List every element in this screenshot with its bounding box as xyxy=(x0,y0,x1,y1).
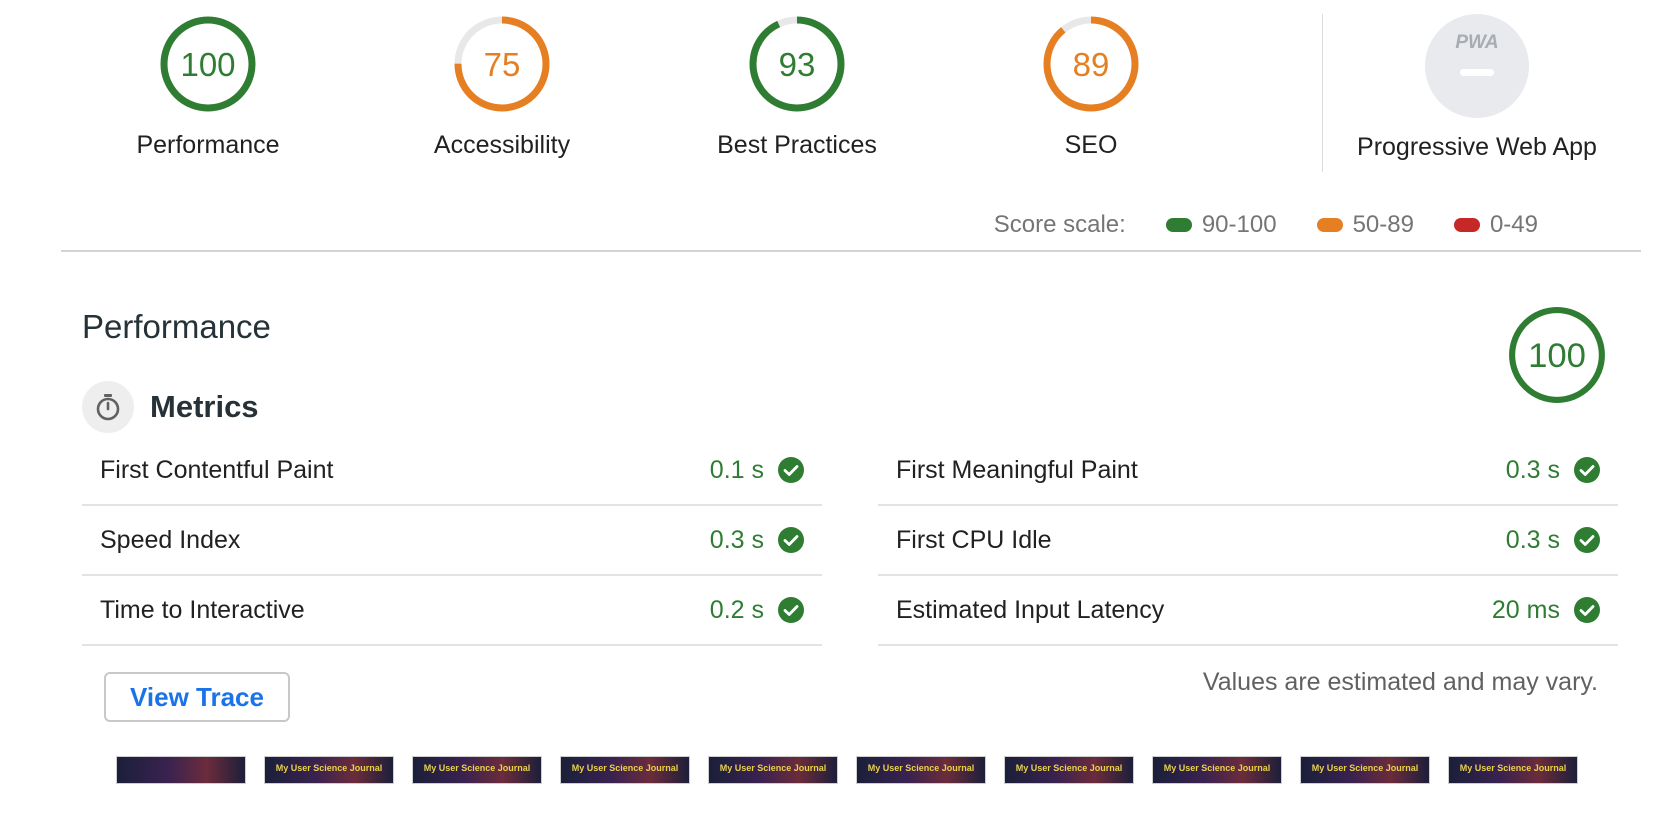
pass-check-icon xyxy=(1574,527,1600,553)
pass-check-icon xyxy=(1574,597,1600,623)
filmstrip-frame[interactable]: My User Science Journal xyxy=(412,756,542,784)
frame-caption: My User Science Journal xyxy=(275,763,383,773)
section-divider xyxy=(61,250,1641,252)
metric-value: 20 ms xyxy=(1491,595,1560,624)
scale-item-pass: 90-100 xyxy=(1165,211,1277,239)
gauge-label: Progressive Web App xyxy=(1357,133,1597,161)
metric-value: 0.1 s xyxy=(709,455,764,484)
frame-caption: My User Science Journal xyxy=(867,763,975,773)
view-trace-button[interactable]: View Trace xyxy=(104,672,290,722)
score-ring: 75 xyxy=(454,16,550,112)
filmstrip-frame[interactable]: My User Science Journal xyxy=(708,756,838,784)
metrics-column-right: First Meaningful Paint 0.3 s First CPU I… xyxy=(878,436,1618,646)
stopwatch-icon xyxy=(82,381,134,433)
score-ring: 100 xyxy=(160,16,256,112)
score-value: 100 xyxy=(180,46,235,83)
frame-caption: My User Science Journal xyxy=(571,763,679,773)
gauge-seo[interactable]: 89 SEO xyxy=(941,14,1241,160)
estimate-note: Values are estimated and may vary. xyxy=(1202,668,1598,696)
scale-range-label: 0-49 xyxy=(1489,211,1538,238)
filmstrip-frame[interactable]: My User Science Journal xyxy=(560,756,690,784)
metric-name: Time to Interactive xyxy=(100,595,305,624)
metric-row-first-cpu-idle: First CPU Idle 0.3 s xyxy=(878,506,1618,576)
scale-range-label: 90-100 xyxy=(1201,211,1277,238)
metric-row-estimated-input-latency: Estimated Input Latency 20 ms xyxy=(878,576,1618,646)
frame-caption: My User Science Journal xyxy=(1311,763,1419,773)
gauge-label: Performance xyxy=(136,131,280,159)
score-ring: 93 xyxy=(749,16,845,112)
score-value: 75 xyxy=(484,46,521,83)
metric-value: 0.3 s xyxy=(1505,525,1560,554)
gauge-label: SEO xyxy=(1064,131,1118,159)
score-value: 93 xyxy=(779,46,816,83)
scale-item-average: 50-89 xyxy=(1316,211,1414,239)
pass-dot-icon xyxy=(1165,218,1192,232)
pass-check-icon xyxy=(1574,457,1600,483)
score-ring: 89 xyxy=(1043,16,1139,112)
frame-caption: My User Science Journal xyxy=(423,763,531,773)
filmstrip-frame[interactable]: My User Science Journal xyxy=(1152,756,1282,784)
gauge-performance[interactable]: 100 Performance xyxy=(58,14,358,160)
filmstrip-frame[interactable]: My User Science Journal xyxy=(1004,756,1134,784)
gauge-accessibility[interactable]: 75 Accessibility xyxy=(352,14,652,160)
score-ring: 100 xyxy=(1509,307,1605,403)
filmstrip-frame[interactable] xyxy=(116,756,246,784)
gauge-pwa[interactable]: PWA Progressive Web App xyxy=(1327,14,1627,162)
metric-name: Speed Index xyxy=(100,525,241,554)
fail-dot-icon xyxy=(1453,218,1480,232)
pass-check-icon xyxy=(778,457,804,483)
pass-check-icon xyxy=(778,527,804,553)
category-gauges: 100 Performance 75 Accessibility 93 Best… xyxy=(0,0,1664,180)
score-scale-label: Score scale: xyxy=(993,211,1126,238)
score-value: 89 xyxy=(1073,46,1110,83)
metric-row-first-meaningful-paint: First Meaningful Paint 0.3 s xyxy=(878,436,1618,506)
metric-value: 0.3 s xyxy=(1505,455,1560,484)
frame-caption: My User Science Journal xyxy=(719,763,827,773)
metric-name: First CPU Idle xyxy=(896,525,1052,554)
metric-row-time-to-interactive: Time to Interactive 0.2 s xyxy=(82,576,822,646)
metric-name: First Contentful Paint xyxy=(100,455,334,484)
pwa-badge-icon: PWA xyxy=(1425,14,1529,118)
pwa-badge-text: PWA xyxy=(1455,32,1498,53)
frame-caption: My User Science Journal xyxy=(1163,763,1271,773)
filmstrip-frame[interactable]: My User Science Journal xyxy=(264,756,394,784)
gauge-best-practices[interactable]: 93 Best Practices xyxy=(647,14,947,160)
metrics-title: Metrics xyxy=(150,389,259,424)
score-scale-legend: Score scale: 90-100 50-89 0-49 xyxy=(994,208,1538,242)
scale-range-label: 50-89 xyxy=(1352,211,1414,238)
metrics-column-left: First Contentful Paint 0.1 s Speed Index… xyxy=(82,436,822,646)
gauge-label: Best Practices xyxy=(717,131,877,159)
filmstrip-frame[interactable]: My User Science Journal xyxy=(1448,756,1578,784)
score-value: 100 xyxy=(1528,337,1586,375)
frame-caption: My User Science Journal xyxy=(1015,763,1123,773)
metric-row-speed-index: Speed Index 0.3 s xyxy=(82,506,822,576)
average-dot-icon xyxy=(1316,218,1343,232)
metric-value: 0.2 s xyxy=(709,595,764,624)
performance-score-gauge: 100 xyxy=(1506,304,1608,411)
gauge-divider xyxy=(1322,14,1323,172)
section-title: Performance xyxy=(82,308,271,345)
metric-row-first-contentful-paint: First Contentful Paint 0.1 s xyxy=(82,436,822,506)
metric-value: 0.3 s xyxy=(709,525,764,554)
gauge-label: Accessibility xyxy=(433,131,571,159)
metric-name: Estimated Input Latency xyxy=(896,595,1165,624)
pass-check-icon xyxy=(778,597,804,623)
metrics-header: Metrics xyxy=(82,381,259,433)
filmstrip: My User Science Journal My User Science … xyxy=(116,756,1596,784)
scale-item-fail: 0-49 xyxy=(1453,211,1538,239)
filmstrip-frame[interactable]: My User Science Journal xyxy=(856,756,986,784)
filmstrip-frame[interactable]: My User Science Journal xyxy=(1300,756,1430,784)
metric-name: First Meaningful Paint xyxy=(896,455,1138,484)
frame-caption: My User Science Journal xyxy=(1459,763,1567,773)
